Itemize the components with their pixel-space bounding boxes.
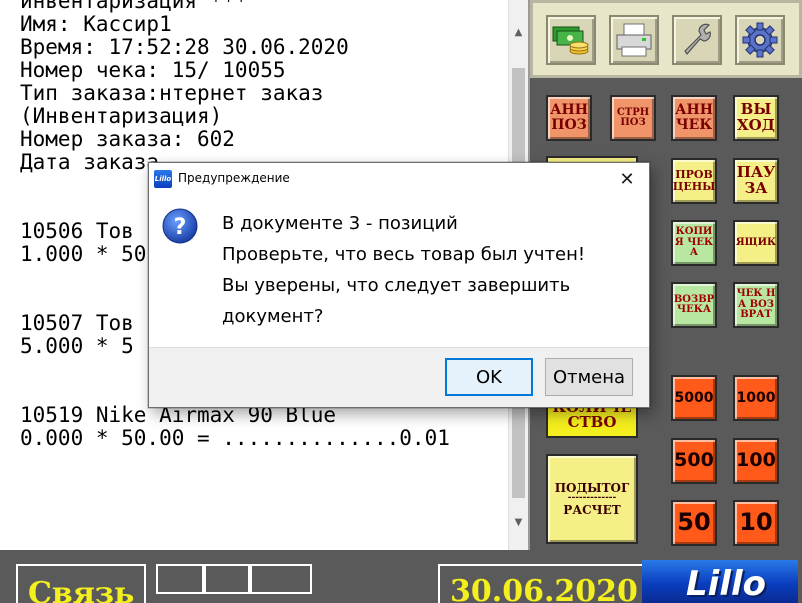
scroll-down-icon[interactable]: ▼	[509, 512, 528, 532]
ann-pos-button[interactable]: АНН ПОЗ	[546, 95, 592, 141]
toolbar	[530, 0, 802, 78]
logo-text: Lillo	[686, 564, 766, 603]
check-return-button[interactable]: ЧЕК Н А ВОЗ ВРАТ	[733, 282, 779, 328]
return-check-button[interactable]: ВОЗВР ЧЕКА	[671, 282, 717, 328]
dialog-footer: OK Отмена	[149, 347, 649, 407]
ok-button[interactable]: OK	[445, 358, 533, 396]
status-date: 30.06.2020	[438, 564, 644, 603]
lillo-logo: Lillo	[642, 560, 798, 603]
str-pos-button[interactable]: СТРН ПОЗ	[610, 95, 656, 141]
cancel-button[interactable]: Отмена	[545, 358, 633, 396]
status-bar: Связь 30.06.2020 Lillo	[0, 550, 802, 603]
message-line: Проверьте, что весь товар был учтен!	[222, 244, 586, 265]
money-button[interactable]	[546, 15, 596, 65]
dialog-titlebar[interactable]: Lillo Предупреждение ✕	[149, 163, 649, 195]
scroll-up-icon[interactable]: ▲	[509, 22, 528, 42]
amount-10-button[interactable]: 10	[733, 500, 779, 546]
check-prices-button[interactable]: ПРОВ ЦЕНЫ	[671, 158, 717, 204]
svg-text:?: ?	[174, 215, 187, 240]
config-button[interactable]	[735, 15, 785, 65]
amount-5000-button[interactable]: 5000	[671, 375, 717, 421]
close-icon[interactable]: ✕	[613, 167, 641, 191]
receipt-line: Номер чека: 15/ 10055	[20, 58, 286, 82]
subtotal-button[interactable]: ПОДЫТОГ ------------- РАСЧЕТ	[546, 454, 638, 544]
exit-button[interactable]: ВЫ ХОД	[733, 95, 779, 141]
copy-check-button[interactable]: КОПИ Я ЧЕК А	[671, 220, 717, 266]
pause-button[interactable]: ПАУ ЗА	[733, 158, 779, 204]
warning-dialog: Lillo Предупреждение ✕ ? В документе 3 -…	[148, 162, 650, 408]
amount-1000-button[interactable]: 1000	[733, 375, 779, 421]
receipt-line: Тип заказа:нтернет заказ	[20, 81, 324, 105]
settings-tools-button[interactable]	[672, 15, 722, 65]
receipt-line: Время: 17:52:28 30.06.2020	[20, 35, 349, 59]
dialog-message: В документе 3 - позиций Проверьте, что в…	[222, 208, 632, 332]
wrench-icon	[684, 23, 711, 55]
message-line: документ?	[222, 306, 324, 327]
dialog-title: Предупреждение	[178, 171, 290, 185]
print-button[interactable]	[609, 15, 659, 65]
message-line: Вы уверены, что следует завершить	[222, 275, 571, 296]
quantity-label-bottom: СТВО	[567, 413, 617, 431]
amount-50-button[interactable]: 50	[671, 500, 717, 546]
subtotal-label-bottom: РАСЧЕТ	[563, 502, 621, 517]
receipt-line: Имя: Кассир1	[20, 12, 172, 36]
status-box	[156, 564, 204, 594]
printer-icon	[616, 23, 652, 57]
question-icon: ?	[162, 208, 198, 244]
message-line: В документе 3 - позиций	[222, 213, 458, 234]
money-icon	[552, 26, 589, 55]
amount-500-button[interactable]: 500	[671, 438, 717, 484]
app-logo-icon: Lillo	[154, 170, 172, 188]
amount-100-button[interactable]: 100	[733, 438, 779, 484]
receipt-line: Номер заказа: 602	[20, 127, 235, 151]
ann-check-button[interactable]: АНН ЧЕК	[671, 95, 717, 141]
receipt-line: (Инвентаризация)	[20, 104, 223, 128]
status-box	[250, 564, 312, 594]
drawer-button[interactable]: ЯЩИК	[733, 220, 779, 266]
status-box	[204, 564, 250, 594]
receipt-line: 0.000 * 50.00 = ..............0.01	[20, 426, 450, 450]
connection-status: Связь	[16, 564, 146, 603]
gear-icon	[742, 22, 778, 58]
